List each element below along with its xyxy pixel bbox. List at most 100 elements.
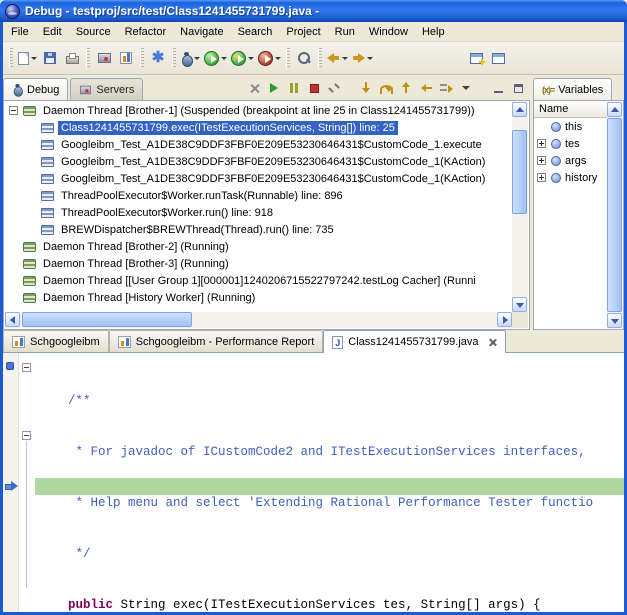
menu-file[interactable]: File [4, 24, 36, 40]
menu-help[interactable]: Help [415, 24, 452, 40]
scrollbar-thumb[interactable] [512, 130, 527, 214]
remove-all-terminated-button[interactable] [245, 79, 263, 97]
show-view-button[interactable] [487, 46, 509, 70]
code-editor[interactable]: /** * For javadoc of ICustomCode2 and IT… [3, 353, 624, 612]
variables-view-header: (x)= Variables [533, 76, 624, 100]
scroll-up-button[interactable] [512, 102, 527, 117]
step-into-button[interactable] [357, 79, 375, 97]
editor-marker-bar[interactable] [3, 353, 19, 612]
use-step-filters-button[interactable] [437, 79, 455, 97]
tree-row[interactable]: Daemon Thread [Brother-1] (Suspended (br… [5, 102, 512, 119]
tree-row[interactable]: Class1241455731799.exec(ITestExecutionSe… [5, 119, 512, 136]
tree-row[interactable]: ThreadPoolExecutor$Worker.runTask(Runnab… [5, 187, 512, 204]
tree-row[interactable]: Googleibm_Test_A1DE38C9DDF3FBF0E209E5323… [5, 170, 512, 187]
scroll-left-button[interactable] [5, 312, 20, 327]
step-return-button[interactable] [397, 79, 415, 97]
code-line[interactable]: /** [38, 393, 624, 410]
drop-to-frame-button[interactable] [417, 79, 435, 97]
print-button[interactable] [61, 46, 83, 70]
tab-servers[interactable]: Servers [70, 78, 143, 100]
code-line[interactable]: */ [38, 546, 624, 563]
fold-toggle[interactable] [22, 363, 31, 372]
fold-toggle[interactable] [22, 431, 31, 440]
maximize-view-button[interactable] [509, 79, 527, 97]
editor-tab-performance-report[interactable]: Schgoogleibm - Performance Report [109, 330, 324, 352]
resume-icon [270, 83, 278, 93]
save-button[interactable] [39, 46, 61, 70]
back-button[interactable] [325, 46, 350, 70]
step-into-icon [361, 82, 371, 94]
tree-row[interactable]: BREWDispatcher$BREWThread(Thread).run() … [5, 221, 512, 238]
record-test-button[interactable] [93, 46, 115, 70]
collapse-toggle[interactable] [9, 106, 18, 115]
scroll-up-button[interactable] [607, 102, 622, 117]
debug-vertical-scrollbar[interactable] [512, 102, 528, 312]
tab-variables-label: Variables [558, 84, 603, 96]
tree-row[interactable]: Daemon Thread [Brother-3] (Running) [5, 255, 512, 272]
tree-row[interactable]: Daemon Thread [History Worker] (Running) [5, 289, 512, 306]
menu-refactor[interactable]: Refactor [118, 24, 174, 40]
scroll-down-button[interactable] [512, 297, 527, 312]
editor-tab-schgoogleibm[interactable]: Schgoogleibm [3, 330, 109, 352]
profile-button[interactable] [229, 46, 256, 70]
test-report-button[interactable] [115, 46, 137, 70]
editor-tab-class-java[interactable]: Class1241455731799.java [323, 330, 505, 353]
menu-source[interactable]: Source [69, 24, 118, 40]
expand-toggle[interactable] [537, 139, 546, 148]
run-button[interactable] [202, 46, 229, 70]
tree-row[interactable]: Googleibm_Test_A1DE38C9DDF3FBF0E209E5323… [5, 153, 512, 170]
expand-toggle[interactable] [537, 173, 546, 182]
view-menu-button[interactable] [457, 79, 475, 97]
minimize-view-button[interactable] [489, 79, 507, 97]
forward-button[interactable] [350, 46, 375, 70]
variables-vertical-scrollbar[interactable] [607, 102, 622, 328]
external-tools-button[interactable] [256, 46, 283, 70]
editor-tab-label: Schgoogleibm [30, 336, 100, 348]
tab-servers-label: Servers [96, 84, 134, 96]
scrollbar-thumb[interactable] [607, 118, 622, 312]
new-wizard-menu-button[interactable] [16, 46, 39, 70]
stack-frame-icon [41, 174, 54, 184]
terminate-button[interactable] [305, 79, 323, 97]
open-perspective-icon [470, 53, 483, 64]
eclipse-logo-icon[interactable] [5, 4, 20, 19]
debug-button[interactable] [179, 46, 202, 70]
tab-variables[interactable]: (x)= Variables [533, 78, 612, 100]
menu-project[interactable]: Project [279, 24, 327, 40]
tree-row[interactable]: ThreadPoolExecutor$Worker.run() line: 91… [5, 204, 512, 221]
variables-icon: (x)= [542, 85, 554, 95]
scroll-right-button[interactable] [497, 312, 512, 327]
search-button[interactable] [293, 46, 315, 70]
step-over-button[interactable] [377, 79, 395, 97]
tree-row[interactable]: Googleibm_Test_A1DE38C9DDF3FBF0E209E5323… [5, 136, 512, 153]
debug-horizontal-scrollbar[interactable] [5, 312, 512, 328]
menu-run[interactable]: Run [328, 24, 362, 40]
editor-folding-bar[interactable] [19, 353, 35, 612]
titlebar[interactable]: Debug - testproj/src/test/Class124145573… [0, 0, 627, 22]
scrollbar-thumb[interactable] [22, 312, 192, 327]
menu-window[interactable]: Window [362, 24, 415, 40]
menu-edit[interactable]: Edit [36, 24, 69, 40]
editor-area: Schgoogleibm Schgoogleibm - Performance … [3, 330, 624, 612]
disconnect-button[interactable] [325, 79, 343, 97]
tab-debug[interactable]: Debug [3, 78, 68, 100]
menubar: File Edit Source Refactor Navigate Searc… [3, 22, 624, 42]
menu-search[interactable]: Search [231, 24, 280, 40]
tab-debug-label: Debug [27, 84, 59, 96]
menu-navigate[interactable]: Navigate [173, 24, 230, 40]
scroll-down-button[interactable] [607, 313, 622, 328]
code-line[interactable]: public String exec(ITestExecutionService… [38, 597, 624, 612]
open-perspective-button[interactable] [465, 46, 487, 70]
code-line[interactable]: * Help menu and select 'Extending Ration… [38, 495, 624, 512]
code-line[interactable]: * For javadoc of ICustomCode2 and ITestE… [38, 444, 624, 461]
close-tab-icon[interactable] [488, 338, 497, 347]
stack-frame-icon [41, 208, 54, 218]
resume-button[interactable] [265, 79, 283, 97]
tree-row[interactable]: Daemon Thread [Brother-2] (Running) [5, 238, 512, 255]
column-header-name[interactable]: Name [534, 101, 607, 118]
tree-row[interactable]: Daemon Thread [[User Group 1][000001]124… [5, 272, 512, 289]
expand-toggle[interactable] [537, 156, 546, 165]
print-icon [66, 56, 79, 64]
suspend-button[interactable] [285, 79, 303, 97]
new-wizard-button[interactable]: ✱ [147, 46, 169, 70]
